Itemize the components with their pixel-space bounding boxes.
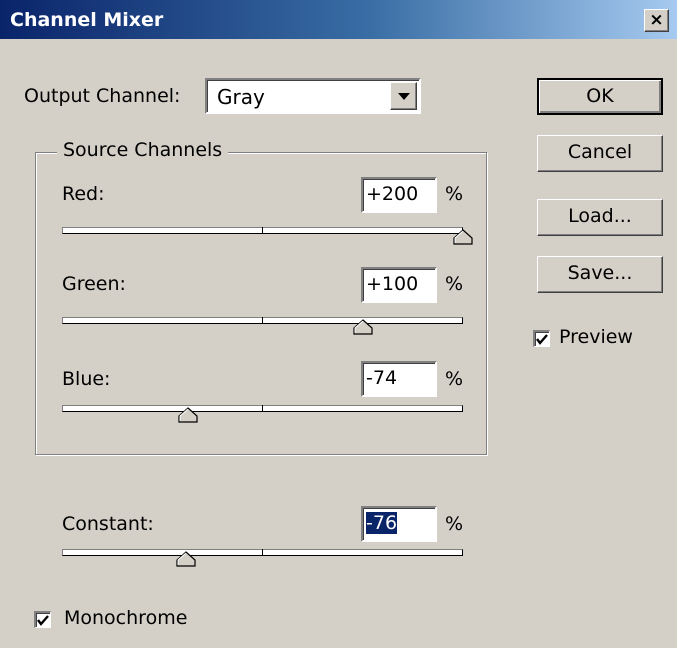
- cancel-button[interactable]: Cancel: [537, 135, 663, 172]
- constant-slider-track[interactable]: [62, 549, 463, 556]
- output-channel-select[interactable]: Gray: [205, 78, 421, 114]
- constant-value-input[interactable]: -76: [361, 506, 437, 542]
- window-title: Channel Mixer: [10, 9, 164, 31]
- save-button[interactable]: Save...: [537, 256, 663, 293]
- chevron-down-icon[interactable]: [390, 82, 417, 110]
- checkmark-icon: [536, 334, 548, 345]
- green-label: Green:: [62, 273, 126, 295]
- blue-label: Blue:: [62, 368, 111, 390]
- red-label: Red:: [62, 183, 105, 205]
- green-value-input[interactable]: +100: [361, 267, 437, 303]
- slider-center-tick: [262, 549, 263, 556]
- red-value-text: +200: [366, 183, 419, 205]
- green-value-text: +100: [366, 273, 419, 295]
- title-bar: Channel Mixer ×: [0, 0, 677, 39]
- red-slider-track[interactable]: [62, 227, 463, 234]
- source-channels-legend: Source Channels: [57, 139, 229, 161]
- preview-checkbox[interactable]: [533, 330, 550, 347]
- slider-center-tick: [262, 317, 263, 324]
- constant-percent-sign: %: [445, 513, 464, 535]
- slider-center-tick: [262, 227, 263, 234]
- slider-center-tick: [262, 405, 263, 412]
- monochrome-label[interactable]: Monochrome: [64, 607, 187, 629]
- green-slider-track[interactable]: [62, 317, 463, 324]
- red-percent-sign: %: [445, 183, 464, 205]
- slider-thumb-icon[interactable]: [176, 551, 196, 567]
- load-button[interactable]: Load...: [537, 199, 663, 236]
- blue-value-text: -74: [366, 367, 398, 389]
- preview-label[interactable]: Preview: [559, 326, 633, 348]
- red-value-input[interactable]: +200: [361, 177, 437, 213]
- slider-thumb-icon[interactable]: [178, 407, 198, 423]
- slider-thumb-icon[interactable]: [353, 319, 373, 335]
- close-icon: ×: [649, 10, 664, 30]
- monochrome-checkbox[interactable]: [34, 611, 51, 628]
- ok-button[interactable]: OK: [537, 78, 663, 115]
- slider-thumb-icon[interactable]: [453, 229, 473, 245]
- constant-value-text: -76: [366, 512, 398, 534]
- output-channel-value: Gray: [217, 85, 265, 109]
- blue-slider-track[interactable]: [62, 405, 463, 412]
- checkmark-icon: [37, 615, 49, 626]
- close-button[interactable]: ×: [644, 9, 669, 32]
- output-channel-label: Output Channel:: [24, 85, 181, 107]
- blue-percent-sign: %: [445, 368, 464, 390]
- green-percent-sign: %: [445, 273, 464, 295]
- blue-value-input[interactable]: -74: [361, 361, 437, 397]
- constant-label: Constant:: [62, 513, 154, 535]
